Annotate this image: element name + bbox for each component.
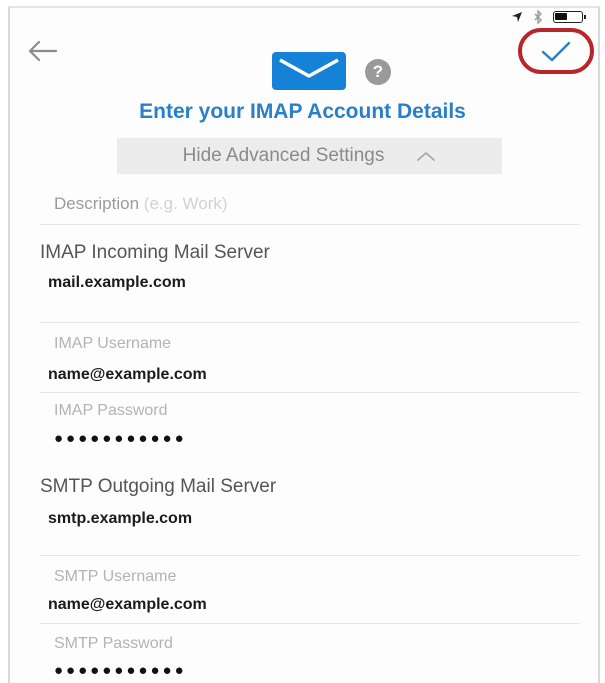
divider bbox=[40, 623, 580, 624]
incoming-server-field[interactable]: mail.example.com bbox=[48, 274, 588, 292]
divider bbox=[40, 392, 580, 393]
chevron-up-icon bbox=[417, 152, 436, 161]
smtp-password-field[interactable]: ●●●●●●●●●●● bbox=[54, 662, 594, 679]
divider bbox=[40, 555, 580, 556]
outgoing-server-field[interactable]: smtp.example.com bbox=[48, 510, 588, 528]
description-field[interactable]: Description (e.g. Work) bbox=[54, 194, 594, 214]
imap-password-label: IMAP Password bbox=[54, 402, 168, 419]
imap-username-label: IMAP Username bbox=[54, 335, 172, 352]
hide-advanced-settings-button[interactable]: Hide Advanced Settings bbox=[117, 138, 502, 174]
incoming-section-title: IMAP Incoming Mail Server bbox=[40, 242, 270, 263]
back-button[interactable] bbox=[26, 34, 60, 68]
save-button[interactable] bbox=[518, 28, 594, 74]
battery-icon bbox=[553, 11, 586, 23]
checkmark-icon bbox=[541, 41, 571, 62]
bluetooth-icon bbox=[534, 10, 542, 24]
location-icon bbox=[512, 12, 522, 22]
divider bbox=[40, 322, 580, 323]
outgoing-section-title: SMTP Outgoing Mail Server bbox=[40, 476, 277, 497]
divider bbox=[40, 224, 580, 225]
toggle-label: Hide Advanced Settings bbox=[182, 145, 385, 166]
page-title: Enter your IMAP Account Details bbox=[139, 100, 466, 123]
mail-icon bbox=[272, 52, 346, 90]
description-label: Description bbox=[54, 194, 140, 213]
smtp-username-field[interactable]: name@example.com bbox=[48, 596, 588, 614]
description-placeholder: (e.g. Work) bbox=[143, 194, 228, 213]
smtp-username-label: SMTP Username bbox=[54, 568, 177, 585]
imap-username-field[interactable]: name@example.com bbox=[48, 366, 588, 384]
smtp-password-label: SMTP Password bbox=[54, 635, 173, 652]
help-icon[interactable]: ? bbox=[365, 59, 391, 85]
imap-password-field[interactable]: ●●●●●●●●●●● bbox=[54, 430, 594, 447]
back-arrow-icon bbox=[28, 40, 58, 62]
status-bar bbox=[511, 10, 586, 24]
